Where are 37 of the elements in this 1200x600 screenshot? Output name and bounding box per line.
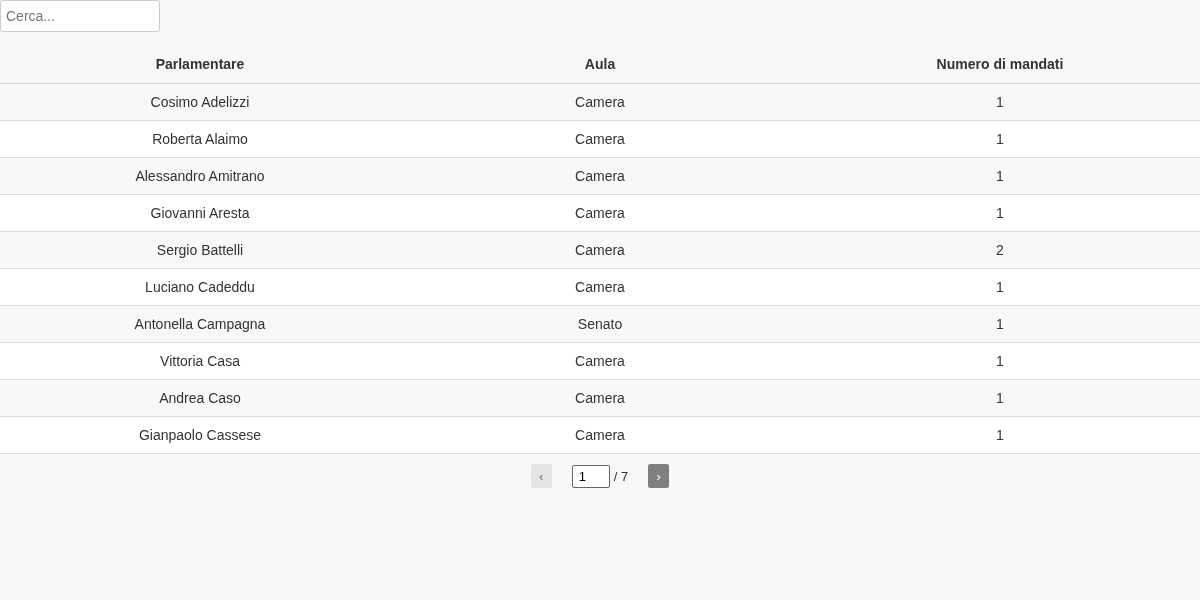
page-number-field[interactable]: 1 <box>571 464 610 488</box>
table-cell: Gianpaolo Cassese <box>0 416 400 454</box>
table-cell: Camera <box>400 83 800 121</box>
page-total: / 7 <box>613 468 629 484</box>
table-cell: Antonella Campagna <box>0 305 400 343</box>
column-header: Numero di mandati <box>800 45 1200 84</box>
table-cell: 1 <box>800 305 1200 343</box>
table-cell: 1 <box>800 194 1200 232</box>
table-cell: Camera <box>400 379 800 417</box>
table-cell: Senato <box>400 305 800 343</box>
table-cell: 1 <box>800 379 1200 417</box>
table-cell: 2 <box>800 231 1200 269</box>
table-cell: 1 <box>800 157 1200 195</box>
table-cell: Sergio Battelli <box>0 231 400 269</box>
table-cell: Cosimo Adelizzi <box>0 83 400 121</box>
table-cell: 1 <box>800 268 1200 306</box>
table-cell: Alessandro Amitrano <box>0 157 400 195</box>
column-header: Aula <box>400 45 800 84</box>
table-cell: 1 <box>800 83 1200 121</box>
next-page-button[interactable]: › <box>648 464 670 488</box>
table-cell: Camera <box>400 157 800 195</box>
table-cell: Camera <box>400 120 800 158</box>
table-cell: Andrea Caso <box>0 379 400 417</box>
column-header: Parlamentare <box>0 45 400 84</box>
table-cell: Camera <box>400 194 800 232</box>
table-cell: Camera <box>400 231 800 269</box>
table-cell: Camera <box>400 416 800 454</box>
table-cell: 1 <box>800 120 1200 158</box>
table-cell: Luciano Cadeddu <box>0 268 400 306</box>
table-cell: Giovanni Aresta <box>0 194 400 232</box>
table-cell: Vittoria Casa <box>0 342 400 380</box>
table-cell: 1 <box>800 416 1200 454</box>
table-cell: Roberta Alaimo <box>0 120 400 158</box>
search-field[interactable]: Cerca... <box>0 0 160 32</box>
table-cell: Camera <box>400 342 800 380</box>
table-cell: 1 <box>800 342 1200 380</box>
table-cell: Camera <box>400 268 800 306</box>
